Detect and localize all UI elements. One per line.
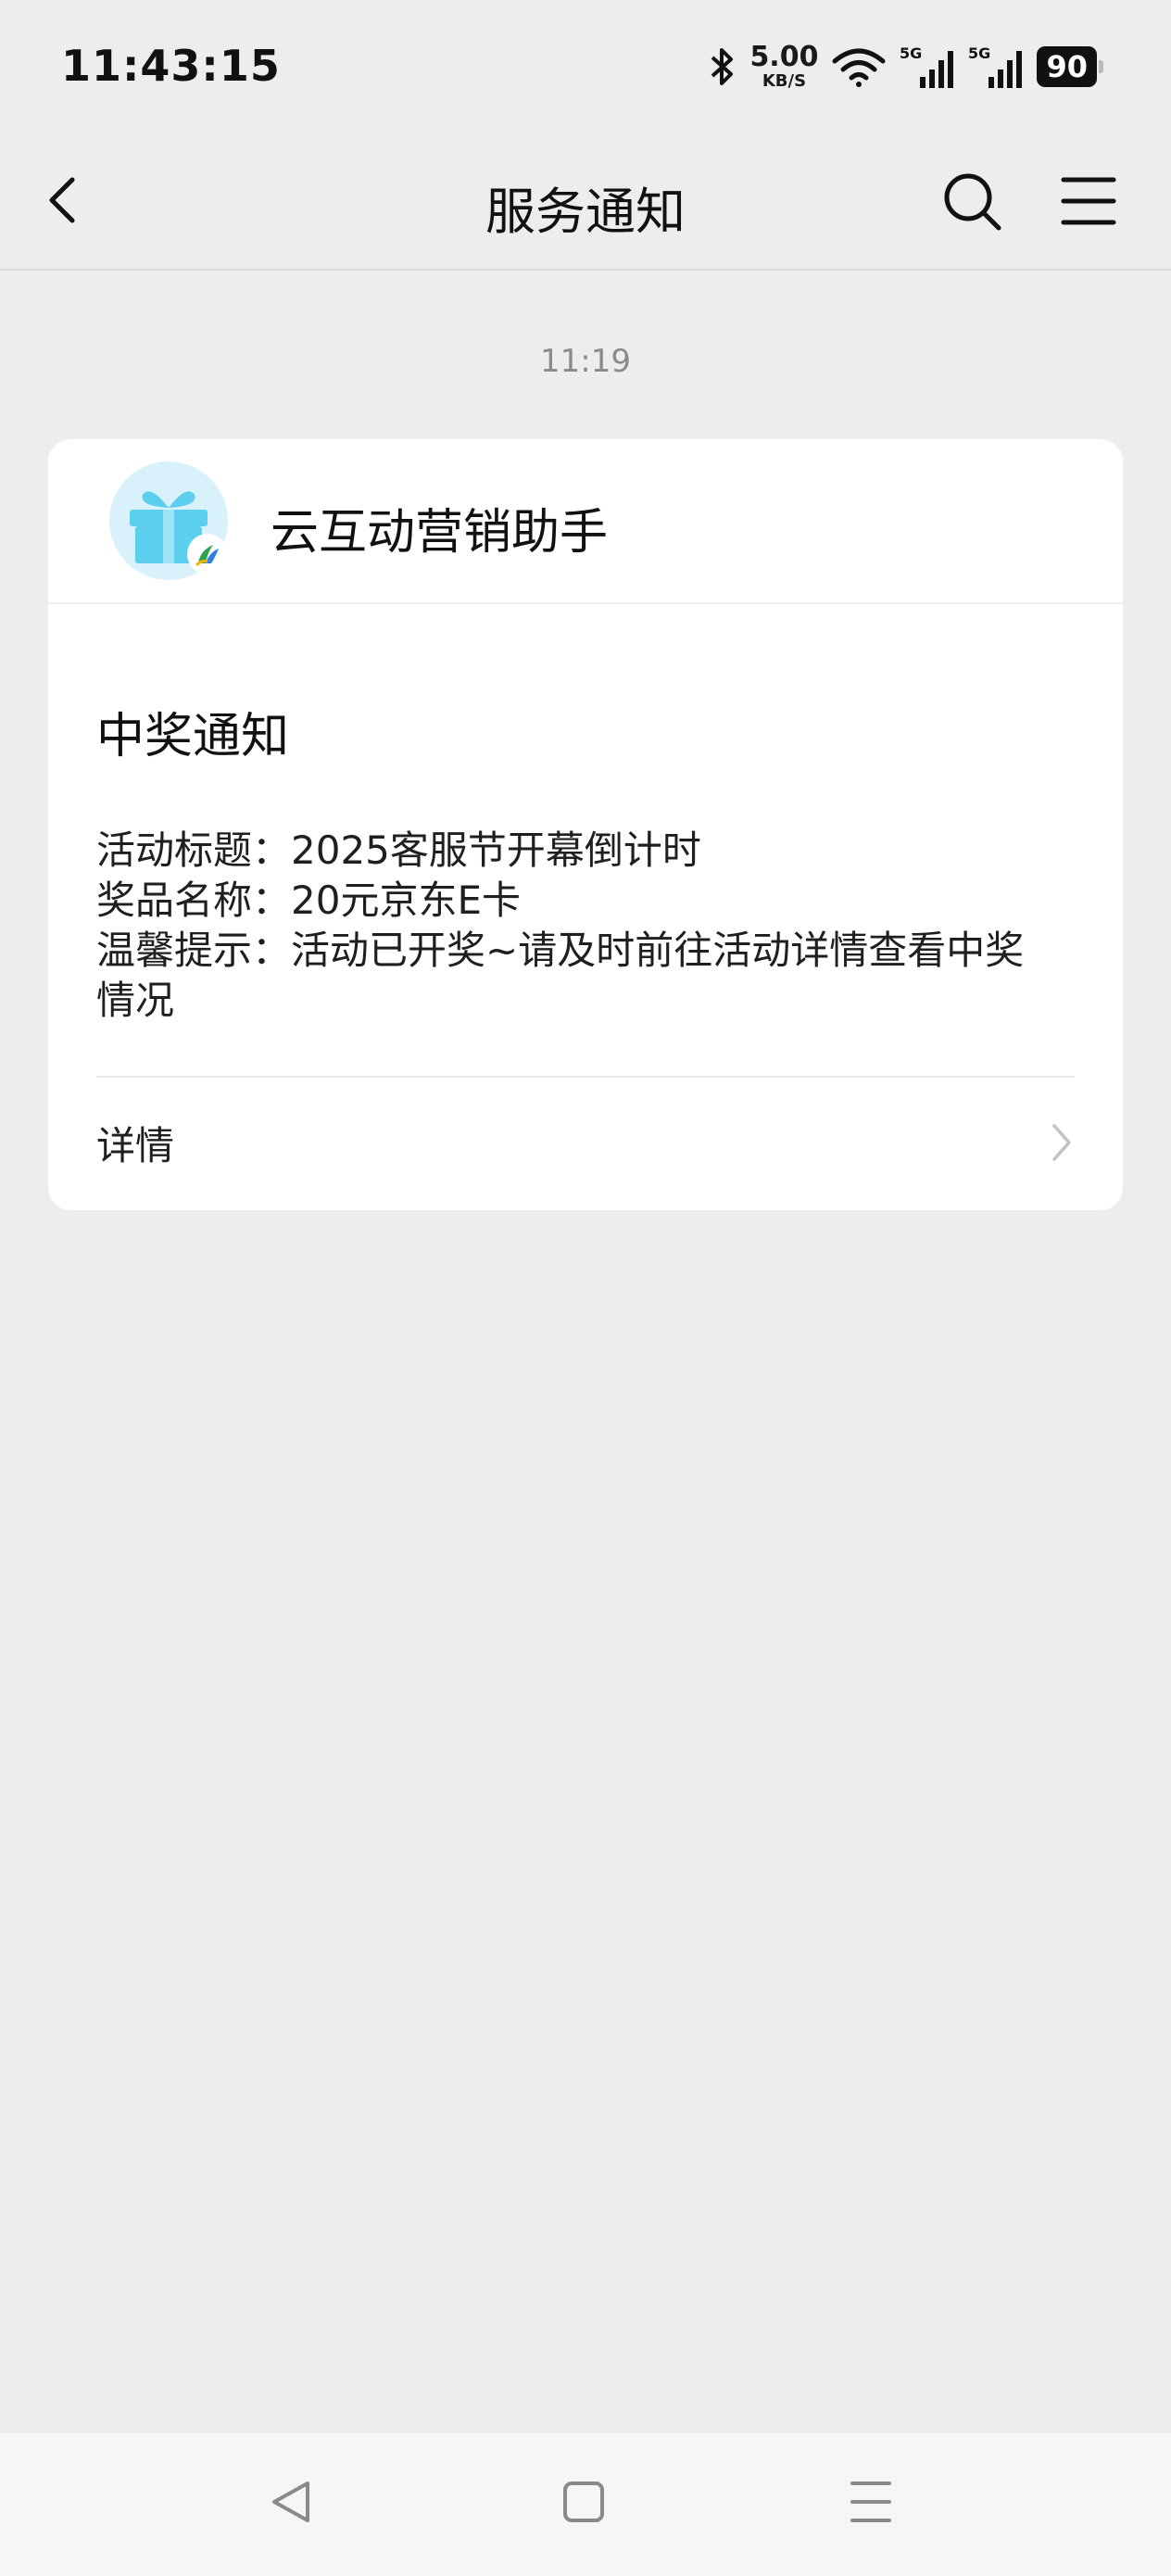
field-activity-title: 活动标题： 2025客服节开幕倒计时 — [96, 826, 1075, 876]
details-label: 详情 — [96, 1122, 175, 1168]
details-link[interactable]: 详情 — [96, 1078, 1075, 1207]
bluetooth-icon — [711, 48, 734, 85]
field-key: 温馨提示： — [96, 928, 292, 973]
status-icons: 5.00 KB/S 5G 5G 90 — [709, 39, 1103, 95]
square-home-icon[interactable] — [556, 2474, 611, 2530]
net-speed-value: 5.00 — [749, 41, 819, 73]
nav-bar: 服务通知 — [0, 135, 1171, 271]
field-reminder: 温馨提示： 活动已开奖~请及时前往活动详情查看中奖 — [96, 926, 1075, 976]
wifi-icon — [832, 48, 886, 87]
field-value: 20元京东E卡 — [291, 878, 521, 923]
notice-title: 中奖通知 — [96, 709, 290, 764]
signal-5g-icon-2: 5G — [968, 44, 1023, 88]
notification-card[interactable]: 云互动营销助手 中奖通知 活动标题： 2025客服节开幕倒计时 奖品名称： 20… — [48, 439, 1123, 1210]
card-body: 中奖通知 活动标题： 2025客服节开幕倒计时 奖品名称： 20元京东E卡 温馨… — [48, 697, 1123, 1207]
menu-lines-icon[interactable] — [843, 2474, 899, 2530]
status-bar: 11:43:15 5.00 KB/S 5G 5G 90 — [0, 0, 1171, 135]
triangle-back-icon[interactable] — [265, 2474, 321, 2530]
status-time: 11:43:15 — [61, 41, 281, 91]
field-value-continued: 情况 — [96, 978, 175, 1023]
field-value: 2025客服节开幕倒计时 — [291, 827, 701, 873]
network-label-2: 5G — [968, 44, 990, 62]
field-key: 活动标题： — [96, 827, 292, 873]
net-speed: 5.00 KB/S — [749, 44, 818, 90]
field-key: 奖品名称： — [96, 878, 292, 923]
field-value: 活动已开奖~请及时前往活动详情查看中奖 — [291, 928, 1025, 973]
sender-name[interactable]: 云互动营销助手 — [271, 493, 608, 562]
menu-icon[interactable] — [1060, 172, 1117, 230]
notice-fields: 活动标题： 2025客服节开幕倒计时 奖品名称： 20元京东E卡 温馨提示： 活… — [96, 826, 1075, 1026]
signal-5g-icon-1: 5G — [900, 44, 954, 88]
battery-indicator: 90 — [1037, 46, 1103, 87]
search-icon[interactable] — [941, 170, 1002, 232]
field-prize-name: 奖品名称： 20元京东E卡 — [96, 876, 1075, 926]
message-timestamp: 11:19 — [540, 343, 631, 380]
chevron-right-icon — [1052, 1124, 1071, 1161]
network-label-1: 5G — [900, 44, 922, 62]
platform-badge — [187, 534, 228, 575]
card-header[interactable]: 云互动营销助手 — [48, 439, 1123, 604]
leaf-logo-icon — [195, 545, 219, 567]
net-speed-unit: KB/S — [762, 71, 807, 91]
system-nav-bar — [0, 2433, 1171, 2576]
